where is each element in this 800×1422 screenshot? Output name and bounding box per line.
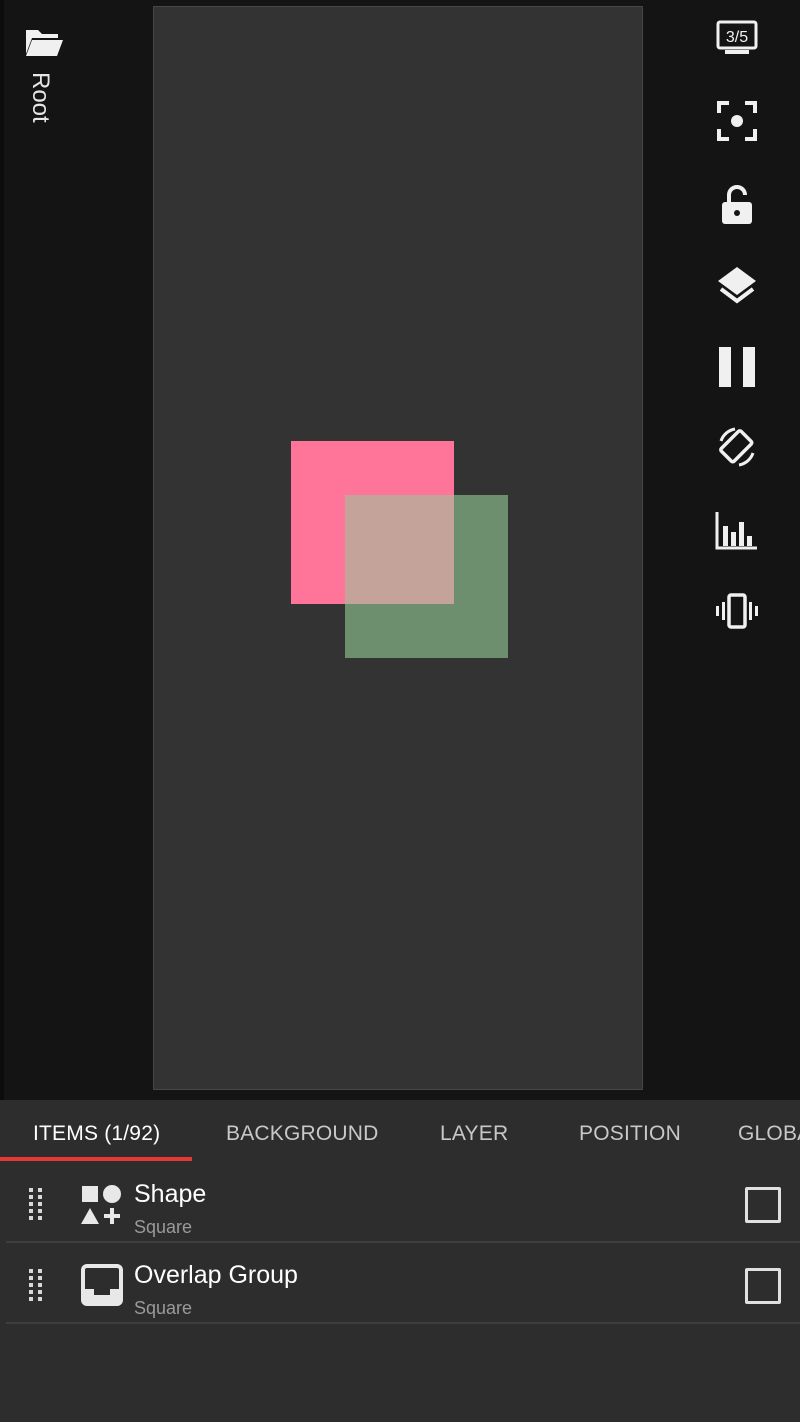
tab-position[interactable]: POSITION: [579, 1122, 681, 1146]
lock-button[interactable]: [712, 180, 762, 230]
inbox-icon: [81, 1264, 123, 1306]
item-subtitle: Square: [134, 1298, 193, 1318]
page-counter: 3/5: [726, 29, 748, 46]
workspace: Root 3/5: [0, 0, 800, 1100]
chart-button[interactable]: [712, 505, 762, 555]
tab-background[interactable]: BACKGROUND: [226, 1122, 379, 1146]
rotate-screen-icon: [719, 427, 755, 467]
focus-icon: [717, 101, 757, 141]
pause-icon: [719, 347, 755, 387]
monitor-page-icon: 3/5: [716, 20, 758, 54]
tab-layer[interactable]: LAYER: [440, 1122, 508, 1146]
tab-items[interactable]: ITEMS (1/92): [33, 1122, 160, 1146]
vibrate-icon: [716, 593, 758, 629]
item-title: Overlap Group: [134, 1261, 298, 1289]
editor-tabs: ITEMS (1/92) BACKGROUND LAYER POSITION G…: [0, 1100, 800, 1162]
focus-button[interactable]: [712, 96, 762, 146]
list-item[interactable]: Shape Square: [0, 1162, 800, 1243]
folder-open-icon[interactable]: [24, 26, 64, 58]
item-title: Shape: [134, 1180, 207, 1208]
vibrate-button[interactable]: [712, 586, 762, 636]
layers-icon: [718, 267, 756, 304]
drag-handle-icon[interactable]: [26, 1186, 46, 1226]
overlap-region: [345, 495, 454, 604]
item-checkbox[interactable]: [745, 1268, 781, 1304]
left-edge: [0, 0, 4, 1100]
rotate-screen-button[interactable]: [712, 422, 762, 472]
pause-button[interactable]: [712, 342, 762, 392]
item-subtitle: Square: [134, 1217, 193, 1237]
chart-icon: [715, 512, 757, 550]
list-item[interactable]: Overlap Group Square: [0, 1243, 800, 1324]
root-label[interactable]: Root: [26, 72, 54, 132]
active-tab-indicator: [0, 1157, 192, 1161]
tab-global[interactable]: GLOBA: [738, 1122, 800, 1146]
shapes-icon: [81, 1185, 121, 1224]
row-divider: [6, 1322, 800, 1324]
item-checkbox[interactable]: [745, 1187, 781, 1223]
lock-icon: [722, 185, 752, 224]
drag-handle-icon[interactable]: [26, 1267, 46, 1307]
page-counter-button[interactable]: 3/5: [712, 14, 762, 64]
right-toolbar: 3/5: [690, 0, 800, 700]
layers-button[interactable]: [712, 260, 762, 310]
